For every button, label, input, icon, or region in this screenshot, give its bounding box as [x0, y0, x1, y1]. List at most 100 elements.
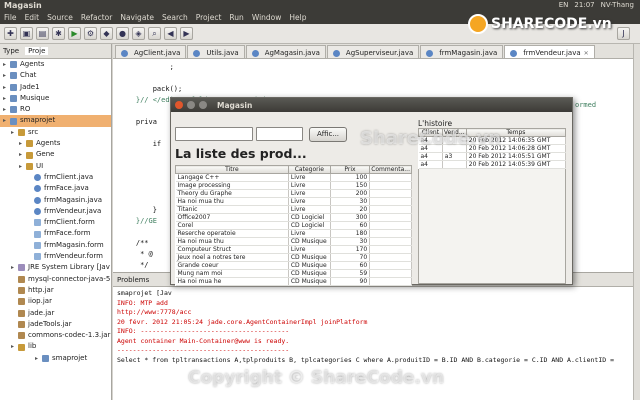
close-tab-icon[interactable]: ✕ — [584, 50, 589, 57]
table-row[interactable]: Jeux noel a notres tere CD Musique 70 — [175, 253, 412, 262]
editor-tab[interactable]: AgSuperviseur.java — [326, 45, 420, 58]
expand-arrow-icon[interactable]: ▸ — [3, 104, 10, 115]
search-input-1[interactable] — [175, 127, 253, 141]
table-row[interactable]: a4 20 Feb 2012 14:05:39 GMT — [418, 160, 567, 169]
tab-project-explorer[interactable]: Proje — [25, 47, 49, 55]
tree-item[interactable]: ▸ Gene — [0, 149, 111, 160]
tree-item[interactable]: frmVendeur.form — [0, 251, 111, 262]
clock-indicator[interactable]: 21:07 — [574, 1, 594, 9]
menu-navigate[interactable]: Navigate — [120, 13, 154, 22]
menu-file[interactable]: File — [4, 13, 17, 22]
table-row[interactable]: Titanic Livre 20 — [175, 205, 412, 214]
open-type-icon[interactable]: ◈ — [132, 27, 145, 40]
table-row[interactable]: Grande coeur CD Musique 60 — [175, 261, 412, 270]
debug-icon[interactable]: ✱ — [52, 27, 65, 40]
tree-item[interactable]: ▸ Jade1 — [0, 82, 111, 93]
table-row[interactable]: Reserche operatoie Livre 180 — [175, 229, 412, 238]
java-perspective-icon[interactable]: J — [617, 27, 630, 40]
table-row[interactable]: Image processing Livre 150 — [175, 181, 412, 190]
editor-tab[interactable]: frmVendeur.java ✕ — [504, 45, 595, 58]
tree-item[interactable]: ▸ Agents — [0, 59, 111, 70]
tree-item[interactable]: frmFace.form — [0, 228, 111, 239]
table-row[interactable]: a4 a3 20 Feb 2012 14:05:51 GMT — [418, 152, 567, 161]
menu-run[interactable]: Run — [229, 13, 243, 22]
expand-arrow-icon[interactable]: ▸ — [35, 353, 42, 364]
column-header[interactable]: Prix — [329, 165, 371, 174]
table-row[interactable]: Computeur Struct Livre 170 — [175, 245, 412, 254]
new-icon[interactable]: ✚ — [4, 27, 17, 40]
expand-arrow-icon[interactable]: ▸ — [3, 82, 10, 93]
tree-item[interactable]: frmClient.java — [0, 172, 111, 183]
tab-type-hierarchy[interactable]: Type — [3, 47, 19, 55]
table-row[interactable]: Corel CD Logiciel 60 — [175, 221, 412, 230]
tree-item[interactable]: commons-codec-1.3.jar — [0, 330, 111, 341]
tree-item[interactable]: ▸ lib — [0, 341, 111, 352]
run-icon[interactable]: ▶ — [68, 27, 81, 40]
tab-problems[interactable]: Problems — [117, 276, 149, 284]
editor-scrollbar[interactable] — [633, 44, 640, 400]
editor-tab[interactable]: AgMagasin.java — [245, 45, 326, 58]
tree-item[interactable]: jade.jar — [0, 308, 111, 319]
expand-arrow-icon[interactable]: ▸ — [11, 262, 18, 273]
table-row[interactable]: Mung nam moi CD Musique 59 — [175, 269, 412, 278]
column-header[interactable]: Commenta... — [369, 165, 412, 174]
menu-window[interactable]: Window — [252, 13, 282, 22]
expand-arrow-icon[interactable]: ▸ — [3, 70, 10, 81]
tree-item[interactable]: ▸ UI — [0, 161, 111, 172]
tree-item[interactable]: jadeTools.jar — [0, 319, 111, 330]
print-icon[interactable]: ▤ — [36, 27, 49, 40]
tree-item[interactable]: http.jar — [0, 285, 111, 296]
menu-refactor[interactable]: Refactor — [81, 13, 112, 22]
editor-tab[interactable]: Utils.java — [187, 45, 245, 58]
expand-arrow-icon[interactable]: ▸ — [19, 161, 26, 172]
keyboard-indicator[interactable]: EN — [559, 1, 569, 9]
expand-arrow-icon[interactable]: ▸ — [3, 115, 10, 126]
menu-search[interactable]: Search — [162, 13, 188, 22]
tree-item[interactable]: frmClient.form — [0, 217, 111, 228]
menu-project[interactable]: Project — [196, 13, 222, 22]
expand-arrow-icon[interactable]: ▸ — [19, 138, 26, 149]
external-tools-icon[interactable]: ⚙ — [84, 27, 97, 40]
user-indicator[interactable]: NV-Thang — [601, 1, 634, 9]
tree-item[interactable]: frmMagasin.java — [0, 195, 111, 206]
tree-item[interactable]: iiop.jar — [0, 296, 111, 307]
tree-item[interactable]: ▸ RO — [0, 104, 111, 115]
search-input-2[interactable] — [256, 127, 303, 141]
maximize-icon[interactable] — [199, 101, 207, 109]
tree-item[interactable]: frmMagasin.form — [0, 240, 111, 251]
save-icon[interactable]: ▣ — [20, 27, 33, 40]
tree-item[interactable]: ▸ JRE System Library [Jav — [0, 262, 111, 273]
tree-item[interactable]: ▸ Chat — [0, 70, 111, 81]
tree-item[interactable]: ▸ src — [0, 127, 111, 138]
table-row[interactable]: Ha noi mua thu Livre 30 — [175, 197, 412, 206]
back-icon[interactable]: ◀ — [164, 27, 177, 40]
afficher-button[interactable]: Affic... — [309, 127, 347, 142]
tree-item[interactable]: mysql-connector-java-5. — [0, 274, 111, 285]
table-row[interactable]: Langage C++ Livre 100 — [175, 173, 412, 182]
tree-item[interactable]: ▸ Musique — [0, 93, 111, 104]
expand-arrow-icon[interactable]: ▸ — [11, 341, 18, 352]
column-header[interactable]: Titre — [175, 165, 289, 174]
menu-help[interactable]: Help — [289, 13, 306, 22]
tree-item[interactable]: ▸ smaprojet — [0, 353, 111, 364]
search-icon[interactable]: ⌕ — [148, 27, 161, 40]
new-class-icon[interactable]: ● — [116, 27, 129, 40]
editor-tab[interactable]: AgClient.java — [115, 45, 187, 58]
expand-arrow-icon[interactable]: ▸ — [11, 127, 18, 138]
expand-arrow-icon[interactable]: ▸ — [19, 149, 26, 160]
table-row[interactable]: Ha noi mua he CD Musique 90 — [175, 277, 412, 286]
close-icon[interactable] — [175, 101, 183, 109]
menu-source[interactable]: Source — [47, 13, 73, 22]
new-package-icon[interactable]: ◆ — [100, 27, 113, 40]
minimize-icon[interactable] — [187, 101, 195, 109]
table-row[interactable]: Ha noi mua thu CD Musique 30 — [175, 237, 412, 246]
table-row[interactable]: Theory du Graphe Livre 200 — [175, 189, 412, 198]
editor-tab[interactable]: frmMagasin.java — [420, 45, 504, 58]
tree-item[interactable]: frmFace.java — [0, 183, 111, 194]
expand-arrow-icon[interactable]: ▸ — [3, 93, 10, 104]
tree-item[interactable]: ▸ Agents — [0, 138, 111, 149]
tree-item[interactable]: frmVendeur.java — [0, 206, 111, 217]
menu-edit[interactable]: Edit — [25, 13, 40, 22]
tree-item[interactable]: ▸ smaprojet — [0, 115, 111, 127]
forward-icon[interactable]: ▶ — [180, 27, 193, 40]
